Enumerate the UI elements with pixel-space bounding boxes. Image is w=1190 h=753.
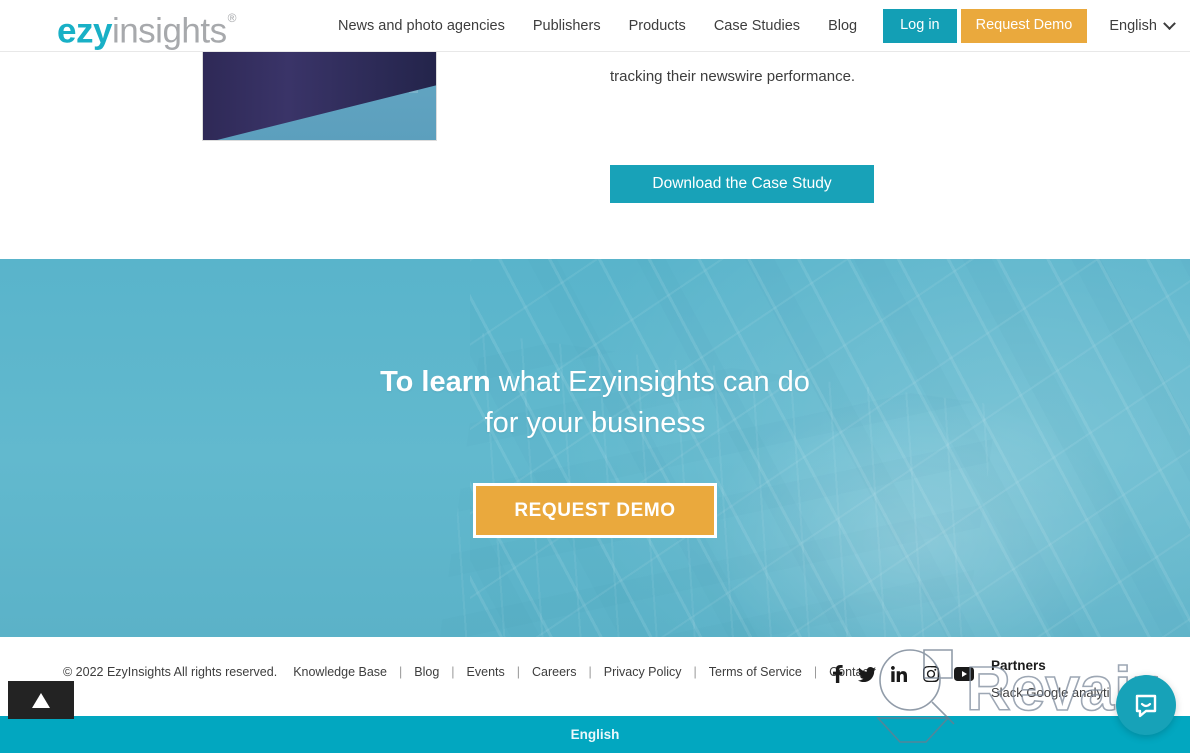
main-navigation: News and photo agencies Publishers Produ… [338, 0, 1176, 52]
language-selector[interactable]: English [1109, 16, 1176, 34]
site-header: ezyinsights® News and photo agencies Pub… [0, 0, 1190, 52]
footer-separator: | [693, 665, 697, 679]
youtube-icon[interactable] [954, 667, 974, 681]
footer-link-careers[interactable]: Careers [530, 665, 578, 679]
partners-title: Partners [991, 658, 1046, 673]
language-bar-label[interactable]: English [571, 727, 620, 742]
language-selector-label: English [1109, 18, 1157, 34]
hero-title: To learn what Ezyinsights can do for you… [380, 362, 810, 444]
site-logo[interactable]: ezyinsights® [57, 5, 237, 53]
logo-text-primary: ezy [57, 11, 112, 51]
footer-separator: | [813, 665, 818, 679]
footer-separator: | [399, 665, 403, 679]
social-links [832, 665, 974, 683]
request-demo-button-header[interactable]: Request Demo [960, 9, 1088, 43]
hero-title-rest: what Ezyinsights can do [490, 366, 810, 398]
partners-list: Slack Google analytics [991, 685, 1109, 700]
linkedin-icon[interactable] [891, 666, 908, 682]
footer-link-events[interactable]: Events [465, 665, 507, 679]
page-root: ezyinsights® News and photo agencies Pub… [0, 0, 1190, 753]
case-study-thumbnail[interactable]: PERFORMANCE [202, 44, 437, 141]
footer-link-terms-of-service[interactable]: Terms of Service [707, 665, 804, 679]
case-study-section: PERFORMANCE tracking their newswire perf… [0, 44, 1190, 259]
copyright-text: © 2022 EzyInsights All rights reserved. [63, 665, 278, 679]
logo-trademark: ® [227, 11, 237, 25]
arrow-up-icon [32, 692, 50, 708]
request-demo-button-hero[interactable]: REQUEST DEMO [473, 483, 717, 538]
hero-title-bold: To learn [380, 366, 491, 398]
nav-item-blog[interactable]: Blog [814, 19, 871, 34]
instagram-icon[interactable] [923, 666, 939, 682]
logo-text-secondary: insights [111, 11, 227, 51]
chat-widget-button[interactable] [1116, 675, 1176, 735]
footer-separator: | [451, 665, 455, 679]
footer-link-blog[interactable]: Blog [412, 665, 441, 679]
back-to-top-button[interactable] [8, 681, 74, 719]
case-study-body-text: tracking their newswire performance. [610, 68, 856, 85]
footer-link-knowledge-base[interactable]: Knowledge Base [291, 665, 389, 679]
nav-item-news-and-photo-agencies[interactable]: News and photo agencies [338, 19, 519, 34]
language-bar: English [0, 716, 1190, 753]
site-footer: © 2022 EzyInsights All rights reserved. … [0, 637, 1190, 716]
hero-cta-section: To learn what Ezyinsights can do for you… [0, 259, 1190, 637]
facebook-icon[interactable] [832, 665, 843, 683]
chevron-down-icon [1163, 16, 1176, 30]
chat-bubble-smile-icon [1135, 694, 1157, 718]
nav-item-products[interactable]: Products [615, 19, 700, 34]
footer-separator: | [588, 665, 592, 679]
footer-link-privacy-policy[interactable]: Privacy Policy [602, 665, 684, 679]
twitter-icon[interactable] [858, 666, 876, 682]
login-button[interactable]: Log in [883, 9, 957, 43]
hero-title-line2: for your business [484, 407, 706, 439]
download-case-study-button[interactable]: Download the Case Study [610, 165, 874, 203]
nav-item-case-studies[interactable]: Case Studies [700, 19, 814, 34]
footer-separator: | [516, 665, 521, 679]
hero-content: To learn what Ezyinsights can do for you… [0, 259, 1190, 637]
nav-item-publishers[interactable]: Publishers [519, 19, 615, 34]
